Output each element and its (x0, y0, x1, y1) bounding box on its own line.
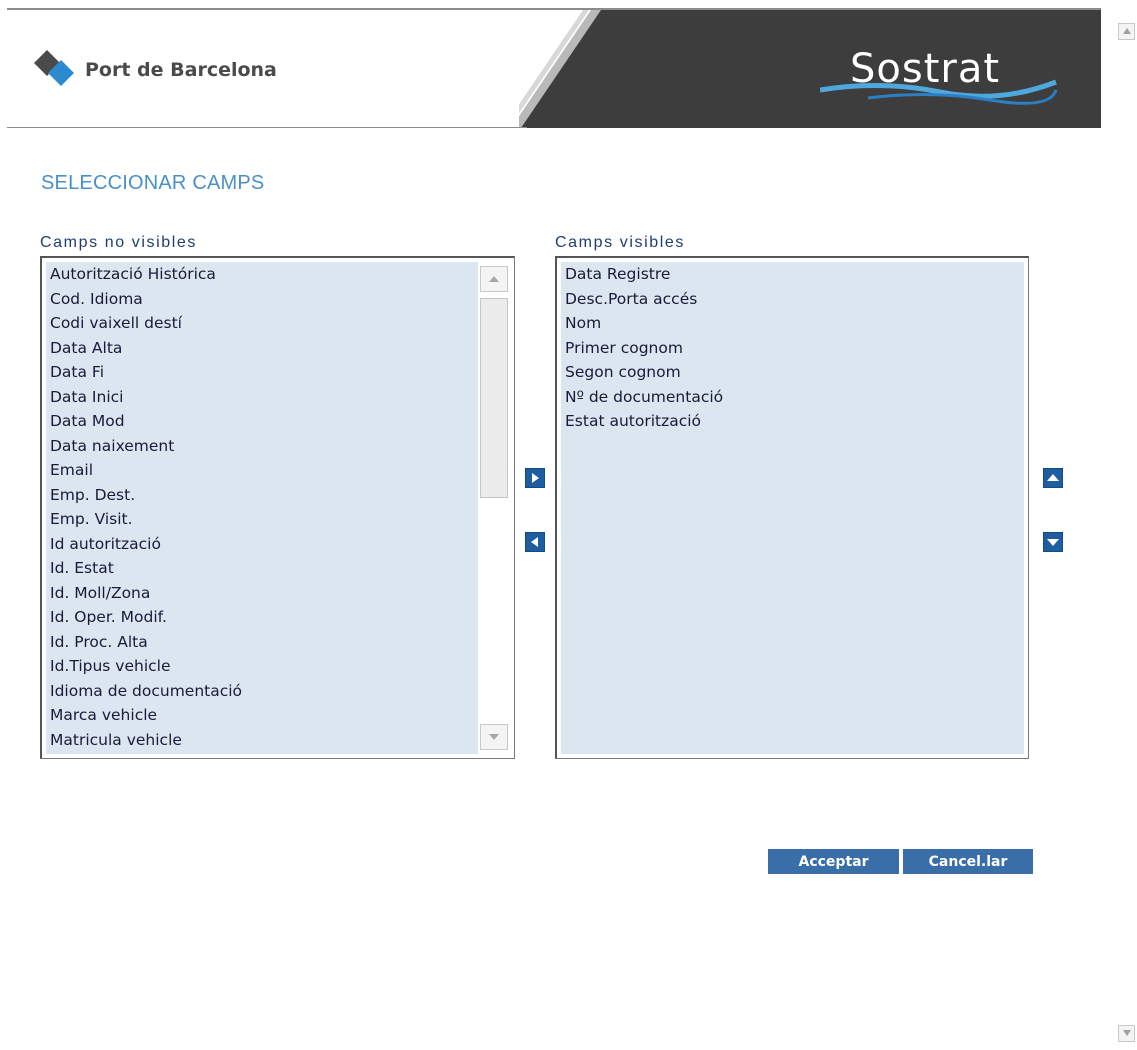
list-item[interactable]: Id.Tipus vehicle (46, 654, 478, 679)
header-bottom-rule (7, 127, 527, 128)
list-item[interactable]: Autorització Histórica (46, 262, 478, 287)
brand-name: Port de Barcelona (85, 59, 277, 81)
window-scroll-down-button[interactable] (1118, 1025, 1135, 1042)
list-item[interactable]: Cod. Idioma (46, 287, 478, 312)
list-item[interactable]: Estat autorització (561, 409, 1024, 434)
list-item[interactable]: Id autorització (46, 532, 478, 557)
scrollbar-thumb[interactable] (480, 298, 508, 498)
accept-button[interactable]: Acceptar (768, 849, 899, 874)
sostrat-logo: Sostrat (819, 30, 1060, 106)
hidden-fields-listbox[interactable]: Autorització Histórica Cod. Idioma Codi … (40, 256, 515, 759)
scrollbar-up-button[interactable] (480, 266, 508, 292)
move-up-button[interactable] (1043, 468, 1063, 488)
list-item[interactable]: Segon cognom (561, 360, 1024, 385)
visible-fields-list: Data Registre Desc.Porta accés Nom Prime… (561, 262, 1024, 754)
hidden-fields-label: Camps no visibles (40, 234, 198, 251)
hidden-fields-scrollbar[interactable] (479, 262, 509, 754)
list-item[interactable]: Id. Oper. Modif. (46, 605, 478, 630)
scrollbar-down-button[interactable] (480, 724, 508, 750)
move-to-visible-button[interactable] (525, 468, 545, 488)
list-item[interactable]: Id. Proc. Alta (46, 630, 478, 655)
triangle-right-icon (526, 469, 544, 487)
cancel-button[interactable]: Cancel.lar (903, 849, 1033, 874)
list-item[interactable]: Emp. Visit. (46, 507, 478, 532)
brand-logo: Port de Barcelona (33, 50, 277, 90)
list-item[interactable]: Marca vehicle (46, 703, 478, 728)
list-item[interactable]: Email (46, 458, 478, 483)
list-item[interactable]: Primer cognom (561, 336, 1024, 361)
list-item[interactable]: Matricula vehicle (46, 728, 478, 753)
triangle-down-icon (1044, 533, 1062, 551)
move-to-hidden-button[interactable] (525, 532, 545, 552)
page-title: SELECCIONAR CAMPS (41, 172, 265, 194)
list-item[interactable]: Data Inici (46, 385, 478, 410)
visible-fields-label: Camps visibles (555, 234, 685, 251)
list-item[interactable]: Data Registre (561, 262, 1024, 287)
list-item[interactable]: Idioma de documentació (46, 679, 478, 704)
diamond-logo-icon (33, 48, 75, 92)
list-item[interactable]: Data Alta (46, 336, 478, 361)
list-item[interactable]: Nom (561, 311, 1024, 336)
list-item[interactable]: Codi vaixell destí (46, 311, 478, 336)
list-item[interactable]: Id. Estat (46, 556, 478, 581)
window-scroll-up-button[interactable] (1118, 23, 1135, 40)
triangle-left-icon (526, 533, 544, 551)
list-item[interactable]: Data Mod (46, 409, 478, 434)
visible-fields-listbox[interactable]: Data Registre Desc.Porta accés Nom Prime… (555, 256, 1029, 759)
triangle-up-icon (1044, 469, 1062, 487)
list-item[interactable]: Id. Moll/Zona (46, 581, 478, 606)
list-item[interactable]: Emp. Dest. (46, 483, 478, 508)
move-down-button[interactable] (1043, 532, 1063, 552)
list-item[interactable]: Nº de documentació (561, 385, 1024, 410)
list-item[interactable]: Data naixement (46, 434, 478, 459)
list-item[interactable]: Desc.Porta accés (561, 287, 1024, 312)
hidden-fields-list: Autorització Histórica Cod. Idioma Codi … (46, 262, 478, 754)
list-item[interactable]: Data Fi (46, 360, 478, 385)
